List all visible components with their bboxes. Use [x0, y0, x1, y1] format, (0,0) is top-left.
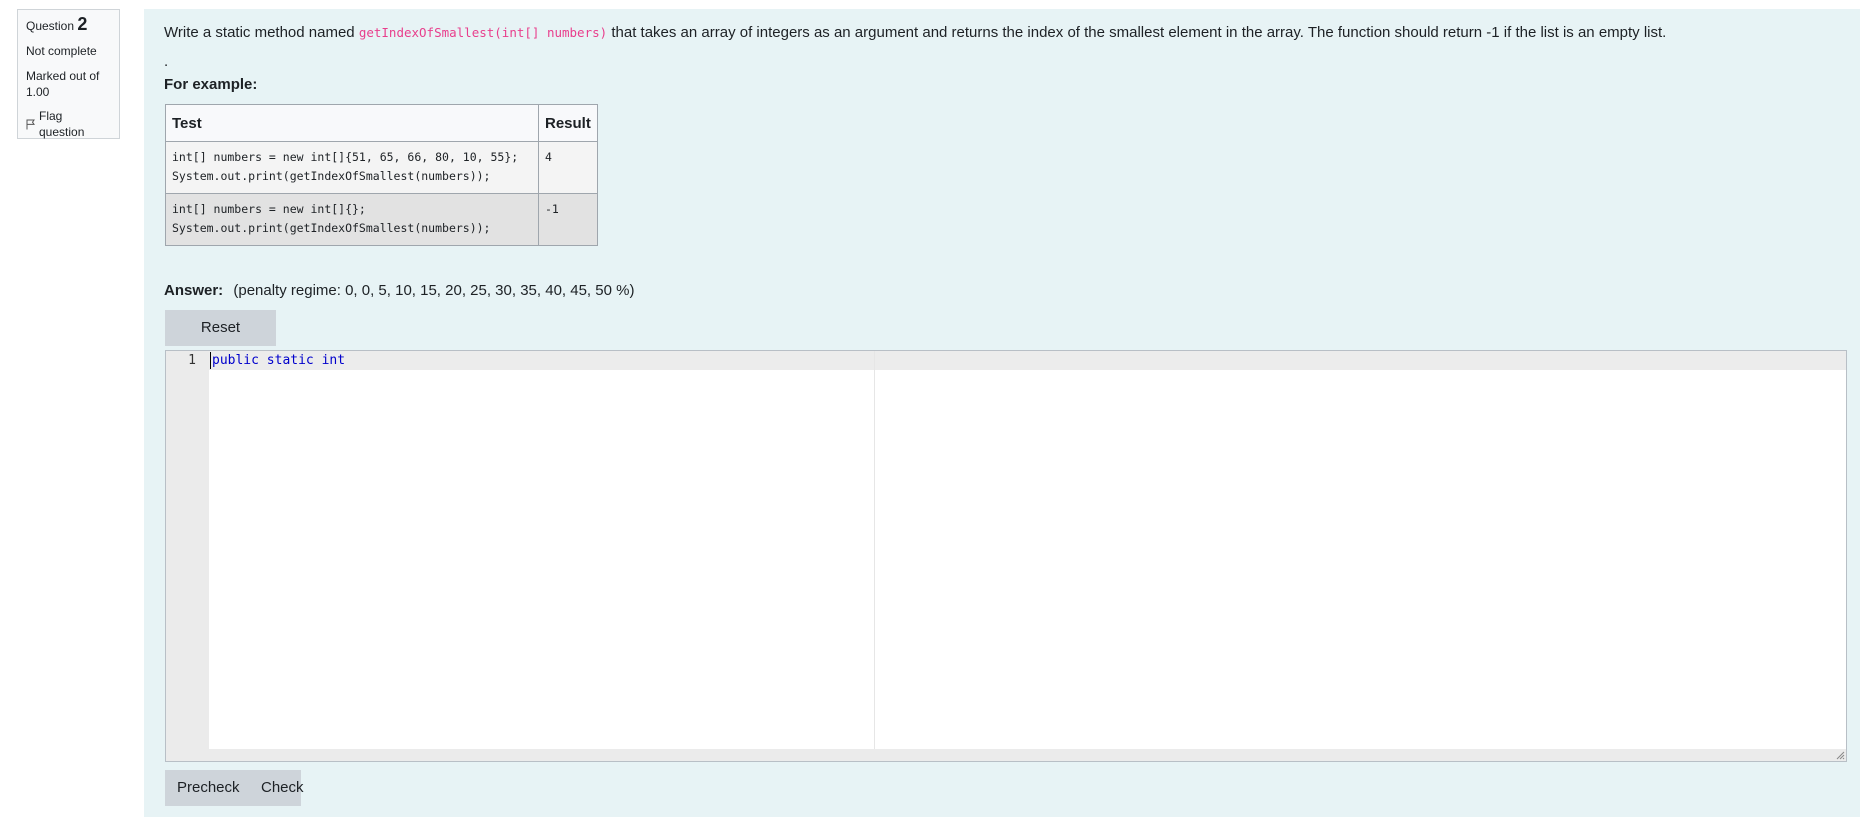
header-test: Test: [165, 104, 539, 142]
flag-question-button[interactable]: Flag question: [26, 108, 111, 140]
answer-label: Answer:: [164, 282, 224, 299]
test-cell: int[] numbers = new int[]{}; System.out.…: [165, 193, 539, 246]
editor-gutter: 1: [166, 351, 209, 761]
precheck-button[interactable]: Precheck: [165, 770, 249, 806]
table-header-row: Test Result: [165, 104, 598, 142]
penalty-regime: (penalty regime: 0, 0, 5, 10, 15, 20, 25…: [233, 282, 635, 299]
method-signature: getIndexOfSmallest(int[] numbers): [358, 25, 608, 40]
text-cursor: [210, 352, 211, 369]
question-status: Not complete: [26, 44, 97, 58]
editor-horizontal-scrollbar[interactable]: [166, 749, 1846, 761]
marked-out-of: Marked out of 1.00: [26, 68, 111, 100]
active-line-highlight: [209, 351, 1846, 370]
header-result: Result: [538, 104, 598, 142]
question-text: Write a static method named getIndexOfSm…: [164, 23, 1844, 43]
flag-icon: [26, 119, 35, 130]
reset-answer-button[interactable]: Reset answer: [165, 310, 276, 372]
question-text-after: that takes an array of integers as an ar…: [607, 24, 1667, 41]
question-number: 2: [77, 14, 88, 34]
print-margin: [874, 351, 875, 761]
test-cell: int[] numbers = new int[]{51, 65, 66, 80…: [165, 141, 539, 194]
question-content: Write a static method named getIndexOfSm…: [144, 9, 1860, 817]
question-label: Question: [26, 19, 75, 33]
answer-heading: Answer: (penalty regime: 0, 0, 5, 10, 15…: [164, 282, 634, 299]
resize-handle-icon[interactable]: [1835, 750, 1845, 760]
result-cell: -1: [538, 193, 598, 246]
table-row: int[] numbers = new int[]{51, 65, 66, 80…: [165, 141, 598, 194]
marked-value: 1.00: [26, 85, 50, 99]
code-editor[interactable]: 1 public static int: [165, 350, 1847, 762]
editor-code[interactable]: public static int: [212, 352, 345, 370]
question-number-line: Question 2: [26, 14, 111, 34]
dot-paragraph: .: [164, 53, 169, 70]
line-number: 1: [188, 353, 196, 368]
check-button[interactable]: Check: [249, 770, 304, 806]
examples-table: Test Result int[] numbers = new int[]{51…: [165, 104, 598, 246]
result-cell: 4: [538, 141, 598, 194]
question-info-panel: Question 2 Not complete Marked out of 1.…: [17, 9, 120, 139]
for-example-heading: For example:: [164, 76, 258, 93]
marked-label: Marked out of: [26, 69, 100, 83]
question-text-before: Write a static method named: [164, 24, 359, 41]
table-row: int[] numbers = new int[]{}; System.out.…: [165, 193, 598, 246]
flag-label: Flag question: [39, 109, 85, 139]
